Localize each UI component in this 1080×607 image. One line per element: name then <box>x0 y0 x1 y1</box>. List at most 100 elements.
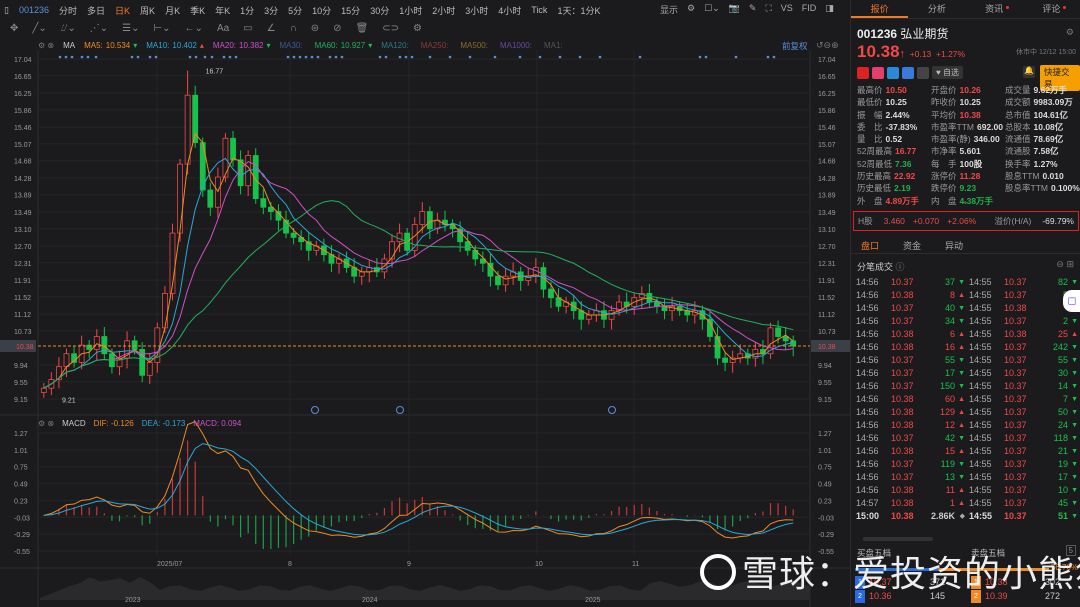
ticks-tools[interactable]: ⊖ ⊞ <box>1056 259 1074 270</box>
stock-code[interactable]: 001236 <box>19 5 49 15</box>
fullscreen-icon[interactable]: ⛶ <box>765 3 771 16</box>
panel-tab[interactable]: 评论 <box>1023 0 1080 18</box>
info-icon[interactable]: ⓘ <box>896 262 905 272</box>
event-marker <box>698 55 702 59</box>
candle <box>358 271 365 277</box>
period-tab[interactable]: 15分 <box>341 4 360 17</box>
magnet-icon[interactable]: ∩ <box>290 23 297 34</box>
sub-tab[interactable]: 盘口 <box>861 239 879 252</box>
y-tick-right: 14.68 <box>818 159 836 166</box>
sub-tab[interactable]: 异动 <box>945 239 963 252</box>
trade-time: 14:56 <box>856 394 879 404</box>
settings-icon[interactable]: ⚙ <box>1066 27 1074 38</box>
range-tool-icon[interactable]: ⊢⌄ <box>153 23 170 34</box>
collapse-icon[interactable]: ⌃ <box>962 200 969 209</box>
add-watchlist-button[interactable]: ♥ 自选 <box>932 66 963 79</box>
sub-tab[interactable]: 资金 <box>903 239 921 252</box>
arrow-tool-icon[interactable]: ←⌄ <box>185 23 203 34</box>
line-tool-icon[interactable]: ╱⌄ <box>32 23 46 34</box>
trade-price: 10.37 <box>891 472 914 482</box>
period-tab[interactable]: 1分 <box>240 4 254 17</box>
panel-tab[interactable]: 资讯 <box>966 0 1023 18</box>
last-price: 10.38 <box>857 42 900 61</box>
scrollbar[interactable] <box>863 537 933 541</box>
layout-icon[interactable]: ☐⌄ <box>704 3 720 16</box>
candle <box>162 293 168 329</box>
text-tool-icon[interactable]: Aa <box>217 23 229 34</box>
settings-icon[interactable]: ⚙ <box>687 3 695 16</box>
period-tab[interactable]: 10分 <box>312 4 331 17</box>
margin-icon[interactable] <box>872 66 884 79</box>
indicator-select[interactable]: MA <box>63 41 75 50</box>
period-tab[interactable]: 多日 <box>87 4 105 17</box>
settings-icon[interactable]: ⚙ <box>413 23 422 34</box>
period-tab[interactable]: 2小时 <box>432 4 455 17</box>
trade-price: 10.37 <box>1004 316 1027 326</box>
period-tab[interactable]: 4小时 <box>498 4 521 17</box>
period-tab[interactable]: 周K <box>140 4 155 17</box>
panel-tabs: 报价 分析 资讯 评论 <box>851 0 1080 19</box>
period-tab[interactable]: 1小时 <box>399 4 422 17</box>
bell-icon[interactable]: 🔔 <box>1023 66 1035 78</box>
period-tab[interactable]: Tick <box>531 5 547 15</box>
y-tick-left: 13.89 <box>14 193 32 200</box>
h-share-change: +0.070 <box>912 216 940 226</box>
vs-button[interactable]: VS <box>781 3 793 16</box>
last-price-label-left: 10.38 <box>16 344 34 351</box>
polyline-tool-icon[interactable]: ⌰⌄ <box>61 23 76 34</box>
settings-icon[interactable]: ⚙ ⊗ <box>38 419 54 428</box>
candle <box>654 301 660 307</box>
period-tab[interactable]: 年K <box>215 4 230 17</box>
xueqiu-logo-icon <box>700 554 736 590</box>
range-dropdown[interactable]: 1天：1分K <box>557 4 600 17</box>
tag-icon[interactable] <box>902 66 914 79</box>
panel-toggle-icon[interactable]: ◨ <box>825 3 834 16</box>
display-dropdown[interactable]: 显示 <box>660 3 678 16</box>
panel-tab[interactable]: 报价 <box>851 0 909 18</box>
trade-row: 14:56 10.38 129 ▲ 14:55 10.37 50 ▼ <box>856 406 1078 419</box>
event-marker <box>203 55 207 59</box>
candle <box>782 336 789 342</box>
wave-tool-icon[interactable]: ⋰⌄ <box>90 23 108 34</box>
settings-icon[interactable]: ⚙ ⊗ <box>38 41 54 50</box>
y-tick-left: 11.52 <box>14 295 31 302</box>
y-tick-left: 12.70 <box>14 244 32 251</box>
calendar-icon[interactable] <box>917 66 929 79</box>
trade-price: 10.37 <box>1004 355 1027 365</box>
period-tab[interactable]: 5分 <box>288 4 302 17</box>
kline-chart[interactable]: 17.04 17.04 16.65 16.65 16.25 16.25 15.86 15.86… <box>0 50 850 607</box>
camera-icon[interactable]: 📷 <box>729 3 740 16</box>
trash-icon[interactable]: 🗑 <box>356 23 369 34</box>
trade-price: 10.37 <box>1004 472 1027 482</box>
pen-icon[interactable]: ✎ <box>749 3 757 16</box>
stat-item: 涨停价 11.28 <box>931 171 981 182</box>
trade-direction-icon: ▼ <box>1071 357 1078 364</box>
h-share-box[interactable]: H股 3.460 +0.070 +2.06% 溢价(H/A) -69.79% <box>853 211 1079 231</box>
macd-indicator-select[interactable]: MACD <box>62 419 86 428</box>
panel-tab[interactable]: 分析 <box>908 0 965 18</box>
period-tab[interactable]: 月K <box>165 4 180 17</box>
sidebar-toggle-icon[interactable]: ▯ <box>4 5 9 16</box>
connect-icon[interactable] <box>887 66 899 79</box>
move-icon[interactable]: ✥ <box>10 23 18 34</box>
assistant-float-icon[interactable]: ◻ <box>1063 290 1080 312</box>
trade-row: 14:56 10.37 40 ▼ 14:55 10.38 <box>856 302 1078 315</box>
candle <box>426 211 433 230</box>
hide-icon[interactable]: ⊘ <box>333 23 341 34</box>
period-tab[interactable]: 日K <box>115 4 130 17</box>
fib-tool-icon[interactable]: ☰⌄ <box>122 23 139 34</box>
comment-icon[interactable]: ▭ <box>243 23 252 34</box>
period-tab[interactable]: 3小时 <box>465 4 488 17</box>
fid-button[interactable]: FID <box>802 3 817 16</box>
event-circle-icon <box>396 406 404 414</box>
period-tab[interactable]: 季K <box>190 4 205 17</box>
lock-icon[interactable]: ⊜ <box>311 23 319 34</box>
y-tick-right: 10.73 <box>818 329 836 336</box>
link-icon[interactable]: ⊂⊃ <box>382 23 399 34</box>
candle <box>184 94 191 165</box>
angle-icon[interactable]: ∠ <box>267 23 276 34</box>
period-tab[interactable]: 30分 <box>370 4 389 17</box>
event-marker <box>310 55 314 59</box>
period-tab[interactable]: 3分 <box>264 4 278 17</box>
period-tab[interactable]: 分时 <box>59 4 77 17</box>
